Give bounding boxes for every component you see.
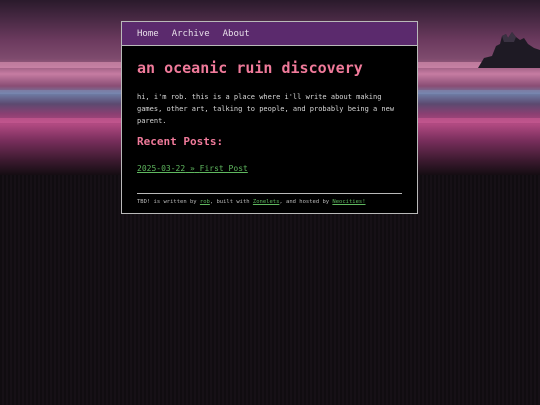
ruin-island-icon xyxy=(478,32,540,68)
footer: TBD! is written by rob, built with Zonel… xyxy=(137,199,402,205)
footer-builder-link[interactable]: Zonelets xyxy=(253,199,280,205)
footer-suffix: , and hosted by xyxy=(279,199,333,205)
footer-prefix: TBD! is written by xyxy=(137,199,200,205)
post-title: First Post xyxy=(199,164,248,173)
main-panel: Home Archive About an oceanic ruin disco… xyxy=(121,21,418,214)
intro-text: hi, i'm rob. this is a place where i'll … xyxy=(137,93,395,125)
nav-home-link[interactable]: Home xyxy=(137,29,159,39)
nav-about-link[interactable]: About xyxy=(223,29,250,39)
page-content: an oceanic ruin discovery hi, i'm rob. t… xyxy=(122,46,417,205)
site-title: an oceanic ruin discovery xyxy=(137,59,363,77)
top-nav: Home Archive About xyxy=(122,22,417,46)
post-date: 2025-03-22 xyxy=(137,164,186,173)
footer-middle: , built with xyxy=(209,199,253,205)
recent-posts-heading: Recent Posts: xyxy=(137,135,224,148)
post-link[interactable]: 2025-03-22 » First Post xyxy=(137,164,248,173)
footer-divider xyxy=(137,193,402,194)
footer-host-link[interactable]: Neocities! xyxy=(332,199,365,205)
nav-archive-link[interactable]: Archive xyxy=(172,29,210,39)
footer-author-link[interactable]: rob xyxy=(200,199,210,205)
post-separator: » xyxy=(190,164,195,173)
